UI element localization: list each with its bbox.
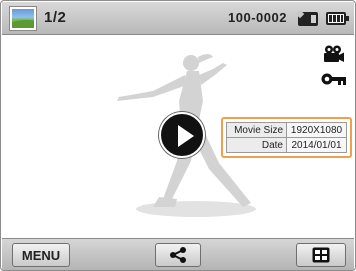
protect-key-icon [321, 73, 346, 85]
play-button[interactable] [159, 112, 205, 158]
share-button[interactable] [155, 243, 201, 267]
top-status-bar: 1/2 100-0002 [2, 2, 354, 35]
movie-size-label: Movie Size [226, 122, 287, 138]
file-number: 100-0002 [228, 10, 287, 25]
view-mode-button[interactable] [296, 243, 346, 267]
landscape-thumbnail-icon [10, 7, 36, 30]
view-mode-icon [312, 247, 330, 263]
movie-info-table: Movie Size 1920X1080 Date 2014/01/01 [226, 122, 347, 153]
memory-card-icon [298, 12, 318, 26]
camera-playback-screen: 1/2 100-0002 Movie Size 1920X1080 Date 2… [0, 0, 356, 271]
battery-full-icon [326, 12, 349, 25]
movie-size-value: 1920X1080 [286, 122, 347, 138]
movie-info-box: Movie Size 1920X1080 Date 2014/01/01 [221, 117, 352, 158]
share-icon [170, 247, 186, 263]
date-label: Date [226, 137, 287, 153]
info-row-date: Date 2014/01/01 [226, 137, 347, 153]
menu-button[interactable]: MENU [12, 243, 70, 267]
bottom-toolbar: MENU [2, 238, 354, 270]
file-counter: 1/2 [44, 9, 67, 26]
video-camera-icon [324, 45, 344, 62]
date-value: 2014/01/01 [286, 137, 347, 153]
info-row-movie-size: Movie Size 1920X1080 [226, 122, 347, 138]
